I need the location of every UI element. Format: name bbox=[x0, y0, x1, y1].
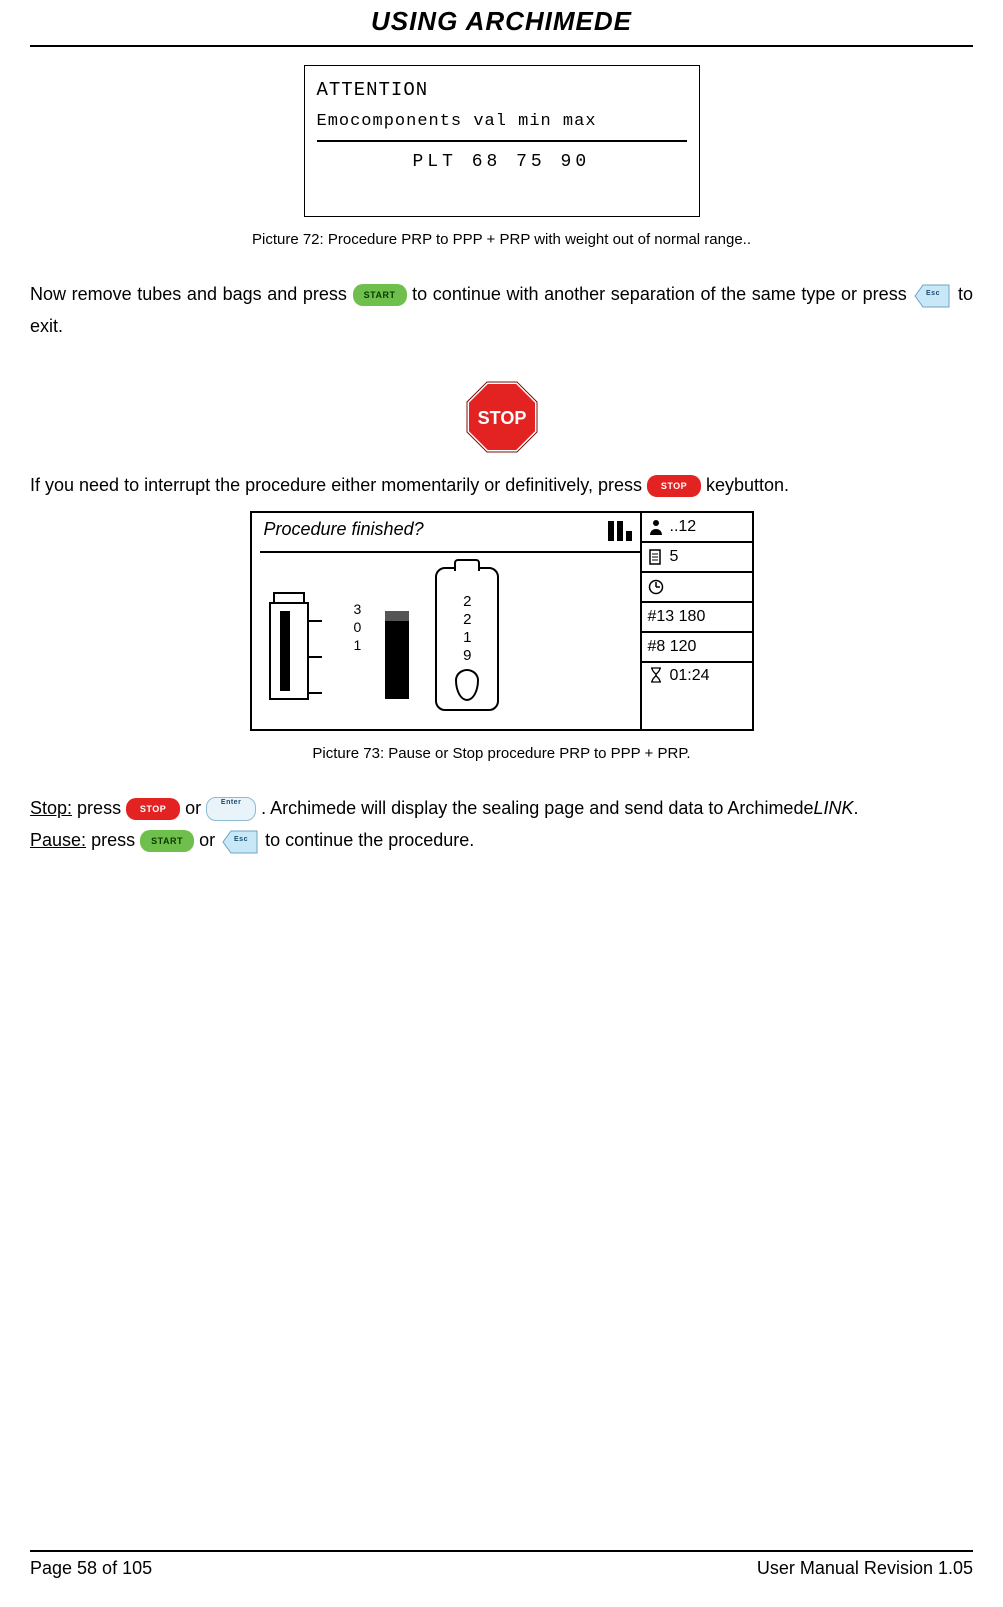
text: If you need to interrupt the procedure e… bbox=[30, 475, 647, 495]
stop-key-icon: STOP bbox=[647, 475, 701, 497]
start-key-icon: START bbox=[353, 284, 407, 306]
bars-icon bbox=[608, 519, 632, 541]
tube-icon: 2 2 1 9 bbox=[435, 567, 499, 711]
attention-plt-row: PLT 68 75 90 bbox=[317, 148, 687, 176]
stop-sign-icon: STOP bbox=[463, 378, 541, 456]
stop-key-icon: STOP bbox=[126, 798, 180, 820]
hourglass-icon bbox=[648, 667, 664, 683]
esc-key-icon: Esc bbox=[912, 281, 952, 309]
footer-revision: User Manual Revision 1.05 bbox=[757, 1558, 973, 1579]
esc-label: Esc bbox=[926, 290, 940, 297]
stop-sign-block: STOP bbox=[30, 378, 973, 461]
stop-label: Stop: bbox=[30, 798, 72, 818]
picture-73-caption: Picture 73: Pause or Stop procedure PRP … bbox=[30, 745, 973, 762]
tube-num: 1 bbox=[463, 629, 471, 646]
start-key-icon: START bbox=[140, 830, 194, 852]
paragraph-remove-tubes: Now remove tubes and bags and press STAR… bbox=[30, 278, 973, 342]
attention-label: ATTENTION bbox=[317, 76, 687, 104]
value: 5 bbox=[670, 548, 679, 566]
text: press bbox=[91, 830, 140, 850]
pause-label: Pause: bbox=[30, 830, 86, 850]
device-screen-procedure-finished: Procedure finished? 3 0 1 bbox=[250, 511, 754, 731]
paragraph-interrupt: If you need to interrupt the procedure e… bbox=[30, 469, 973, 501]
text: or bbox=[199, 830, 220, 850]
document-icon bbox=[648, 549, 664, 565]
num: 1 bbox=[354, 637, 362, 653]
text: . bbox=[854, 798, 859, 818]
text: Now remove tubes and bags and press bbox=[30, 284, 353, 304]
value: #13 180 bbox=[648, 608, 706, 626]
bag-icon bbox=[264, 561, 334, 711]
side-numbers: 3 0 1 bbox=[354, 561, 362, 711]
value: ..12 bbox=[670, 518, 697, 536]
text: press bbox=[77, 798, 126, 818]
picture-72-caption: Picture 72: Procedure PRP to PPP + PRP w… bbox=[30, 231, 973, 248]
footer-page: Page 58 of 105 bbox=[30, 1558, 152, 1579]
num: 3 bbox=[354, 601, 362, 617]
level-icon bbox=[381, 561, 415, 711]
enter-key-icon: Enter bbox=[206, 797, 256, 821]
value: 01:24 bbox=[670, 667, 710, 685]
text: to continue the procedure. bbox=[265, 830, 474, 850]
attention-headers: Emocomponents val min max bbox=[317, 108, 687, 136]
svg-text:Esc: Esc bbox=[234, 836, 248, 843]
clock-icon bbox=[648, 579, 664, 595]
num: 0 bbox=[354, 619, 362, 635]
svg-text:STOP: STOP bbox=[477, 408, 526, 428]
procedure-finished-label: Procedure finished? bbox=[264, 519, 424, 540]
tube-num: 9 bbox=[463, 647, 471, 664]
tube-num: 2 bbox=[463, 593, 471, 610]
person-icon bbox=[648, 519, 664, 535]
page-title: USING ARCHIMEDE bbox=[30, 0, 973, 45]
paragraph-stop-pause: Stop: press STOP or Enter . Archimede wi… bbox=[30, 792, 973, 856]
text: or bbox=[185, 798, 206, 818]
text: . Archimede will display the sealing pag… bbox=[261, 798, 813, 818]
device-screen-attention: ATTENTION Emocomponents val min max PLT … bbox=[304, 65, 700, 217]
text: keybutton. bbox=[706, 475, 789, 495]
value: #8 120 bbox=[648, 638, 697, 656]
divider-bottom bbox=[30, 1550, 973, 1552]
link-text: LINK bbox=[813, 798, 853, 818]
text: to continue with another separation of t… bbox=[412, 284, 912, 304]
attention-divider bbox=[317, 140, 687, 142]
divider-top bbox=[30, 45, 973, 47]
esc-key-icon: Esc bbox=[220, 827, 260, 855]
tube-num: 2 bbox=[463, 611, 471, 628]
device-right-panel: ..12 5 #13 180 #8 120 bbox=[640, 513, 752, 729]
